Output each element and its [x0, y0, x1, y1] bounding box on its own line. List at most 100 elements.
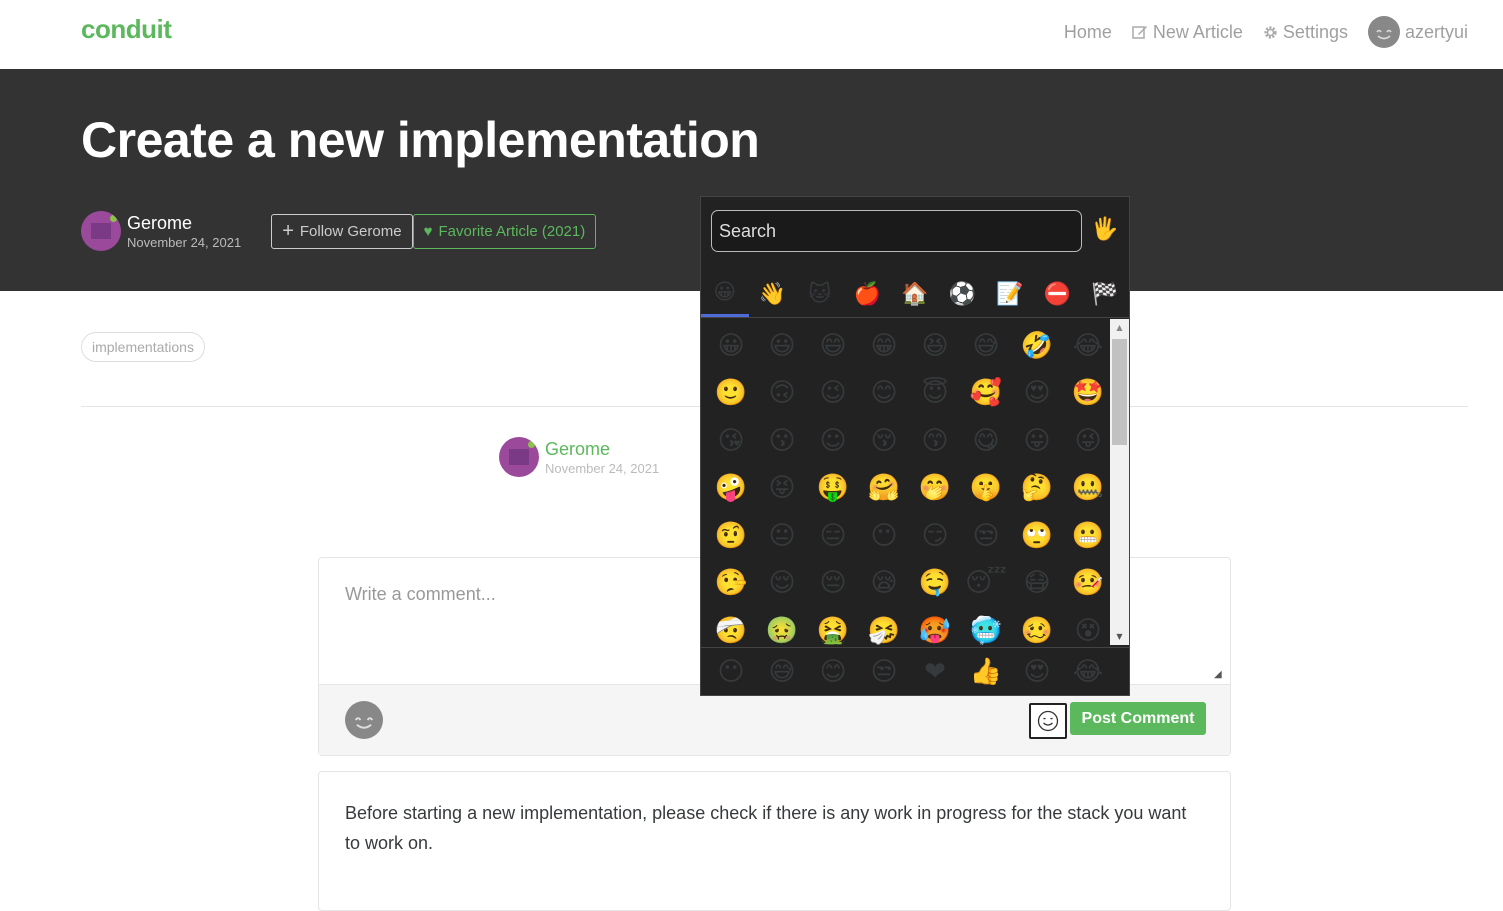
emoji-grid-item[interactable]: 🤧: [859, 607, 909, 646]
emoji-grid-item[interactable]: 😝: [757, 465, 807, 512]
emoji-recent-item[interactable]: 😍: [1012, 648, 1062, 696]
avatar-status-dot: [528, 441, 535, 448]
emoji-grid-item[interactable]: 😑: [808, 512, 858, 559]
scroll-down-arrow[interactable]: ▼: [1110, 628, 1129, 645]
emoji-grid-item[interactable]: 🤪: [706, 465, 756, 512]
emoji-recent-item[interactable]: 👍: [961, 648, 1011, 696]
scroll-up-arrow[interactable]: ▲: [1110, 319, 1129, 336]
emoji-grid-item[interactable]: 😜: [1063, 417, 1110, 464]
emoji-category-tab[interactable]: 👋: [749, 271, 797, 317]
emoji-grid-item[interactable]: 🤕: [706, 607, 756, 646]
emoji-scrollbar[interactable]: ▲ ▼: [1110, 319, 1129, 645]
nav-profile-link[interactable]: azertyui: [1367, 16, 1468, 48]
emoji-grid-item[interactable]: 😘: [706, 417, 756, 464]
emoji-grid-item[interactable]: 🥴: [1012, 607, 1062, 646]
emoji-category-tab[interactable]: 🍎: [844, 271, 892, 317]
emoji-grid-item[interactable]: 🥵: [910, 607, 960, 646]
emoji-grid-item[interactable]: 😋: [961, 417, 1011, 464]
emoji-grid-item[interactable]: 🤨: [706, 512, 756, 559]
emoji-grid-item[interactable]: 🤭: [910, 465, 960, 512]
emoji-grid-item[interactable]: 😉: [808, 370, 858, 417]
emoji-grid-item[interactable]: 😇: [910, 370, 960, 417]
nav-home-link[interactable]: Home: [1064, 22, 1112, 43]
emoji-recent-item[interactable]: 😒: [859, 648, 909, 696]
emoji-grid-item[interactable]: 😬: [1063, 512, 1110, 559]
emoji-recent-row: 😶 😅 😊 😒 ❤ 👍 😍 😂: [701, 647, 1129, 695]
emoji-grid-item[interactable]: 😪: [859, 560, 909, 607]
emoji-category-tab[interactable]: 🐱: [796, 271, 844, 317]
skin-tone-selector[interactable]: 🖐: [1091, 217, 1118, 242]
emoji-grid-item[interactable]: 🤣: [1012, 322, 1062, 369]
emoji-grid-item[interactable]: 🥰: [961, 370, 1011, 417]
author-avatar-bottom[interactable]: [499, 437, 539, 477]
emoji-grid-item[interactable]: 😆: [910, 322, 960, 369]
emoji-grid-item[interactable]: 😷: [1012, 560, 1062, 607]
emoji-grid-item[interactable]: 🤔: [1012, 465, 1062, 512]
avatar-status-dot: [110, 215, 117, 222]
emoji-grid-item[interactable]: 🤒: [1063, 560, 1110, 607]
emoji-recent-item[interactable]: 😶: [706, 648, 756, 696]
author-name-link-bottom[interactable]: Gerome: [545, 439, 659, 460]
emoji-grid-item[interactable]: 😗: [757, 417, 807, 464]
emoji-grid-item[interactable]: 😛: [1012, 417, 1062, 464]
emoji-grid-item[interactable]: 🤩: [1063, 370, 1110, 417]
emoji-grid-item[interactable]: 🙄: [1012, 512, 1062, 559]
follow-label: Follow Gerome: [299, 222, 402, 240]
emoji-grid-item[interactable]: 😍: [1012, 370, 1062, 417]
emoji-category-tab[interactable]: 🏁: [1081, 271, 1129, 317]
emoji-grid-item[interactable]: 🙂: [706, 370, 756, 417]
emoji-grid-item[interactable]: 😀: [706, 322, 756, 369]
emoji-grid-item[interactable]: 🤑: [808, 465, 858, 512]
emoji-grid-item[interactable]: 🤢: [757, 607, 807, 646]
emoji-grid-item[interactable]: 😴: [961, 560, 1011, 607]
emoji-grid-item[interactable]: 🥶: [961, 607, 1011, 646]
tag-pill[interactable]: implementations: [81, 332, 205, 362]
emoji-grid-item[interactable]: ☺: [808, 417, 858, 464]
emoji-grid-item[interactable]: 😒: [961, 512, 1011, 559]
emoji-category-tab[interactable]: 😀: [701, 271, 749, 317]
emoji-grid-item[interactable]: 😊: [859, 370, 909, 417]
emoji-category-tab[interactable]: 📝: [986, 271, 1034, 317]
emoji-grid-item[interactable]: 😙: [910, 417, 960, 464]
emoji-search-input[interactable]: Search: [711, 210, 1082, 252]
favorite-article-button[interactable]: ♥ Favorite Article (2021): [412, 213, 597, 249]
emoji-category-tab[interactable]: 🏠: [891, 271, 939, 317]
emoji-grid-item[interactable]: 🤤: [910, 560, 960, 607]
nav-new-article-link[interactable]: New Article: [1132, 22, 1243, 43]
emoji-grid-item[interactable]: 🤗: [859, 465, 909, 512]
follow-author-button[interactable]: + Follow Gerome: [271, 213, 413, 249]
brand-logo[interactable]: conduit: [81, 14, 172, 45]
emoji-grid-item[interactable]: 🤮: [808, 607, 858, 646]
emoji-grid-item[interactable]: 😶: [859, 512, 909, 559]
emoji-grid-item[interactable]: 😁: [859, 322, 909, 369]
emoji-grid-item[interactable]: 😏: [910, 512, 960, 559]
emoji-picker-button[interactable]: [1029, 703, 1067, 739]
emoji-grid-item[interactable]: 😅: [961, 322, 1011, 369]
scroll-thumb[interactable]: [1112, 339, 1127, 445]
emoji-grid-item[interactable]: 🤥: [706, 560, 756, 607]
emoji-grid-item[interactable]: 😵: [1063, 607, 1110, 646]
emoji-grid-item[interactable]: 🙃: [757, 370, 807, 417]
emoji-recent-item[interactable]: 😅: [757, 648, 807, 696]
emoji-recent-item[interactable]: 😊: [808, 648, 858, 696]
resize-handle[interactable]: ◢: [1214, 670, 1224, 680]
author-avatar[interactable]: [81, 211, 121, 251]
emoji-grid-item[interactable]: 🤫: [961, 465, 1011, 512]
emoji-grid-item[interactable]: 😄: [808, 322, 858, 369]
article-meta-bottom: Gerome November 24, 2021: [499, 437, 659, 477]
post-comment-button[interactable]: Post Comment: [1070, 702, 1206, 735]
author-name-link[interactable]: Gerome: [127, 213, 241, 234]
emoji-category-tab[interactable]: ⛔: [1034, 271, 1082, 317]
emoji-grid-item[interactable]: 😂: [1063, 322, 1110, 369]
emoji-grid-item[interactable]: 😚: [859, 417, 909, 464]
emoji-grid-item[interactable]: 🤐: [1063, 465, 1110, 512]
emoji-grid-item[interactable]: 😃: [757, 322, 807, 369]
emoji-grid-item[interactable]: 😐: [757, 512, 807, 559]
emoji-category-tab[interactable]: ⚽: [939, 271, 987, 317]
article-date: November 24, 2021: [127, 234, 242, 250]
emoji-recent-item[interactable]: ❤: [910, 648, 960, 696]
emoji-grid-item[interactable]: 😔: [808, 560, 858, 607]
emoji-grid-item[interactable]: 😌: [757, 560, 807, 607]
nav-settings-link[interactable]: Settings: [1263, 22, 1348, 43]
emoji-recent-item[interactable]: 😂: [1063, 648, 1113, 696]
